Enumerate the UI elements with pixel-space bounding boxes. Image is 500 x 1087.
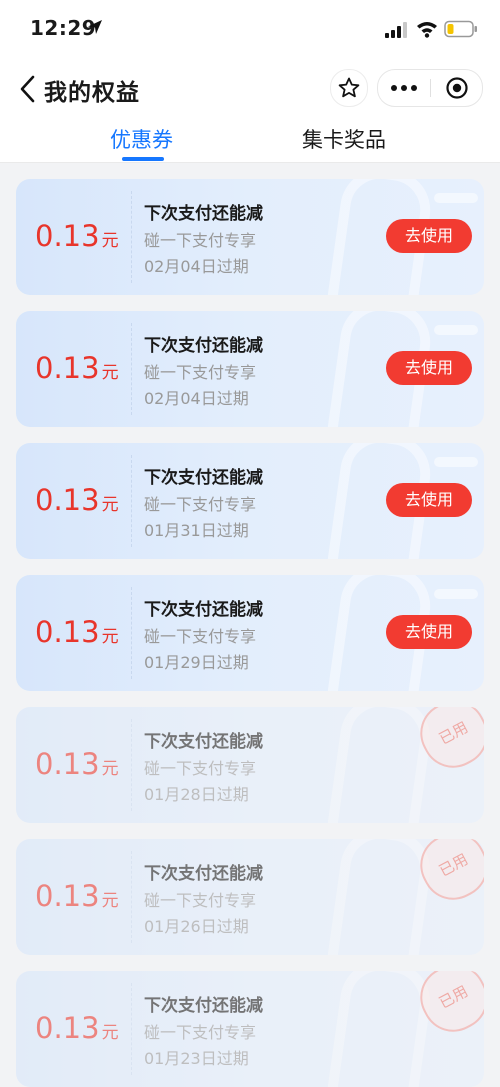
- tab-bar: 优惠券 集卡奖品: [0, 118, 500, 163]
- target-close-icon: [445, 77, 468, 99]
- coupon-subtitle: 碰一下支付专享: [144, 759, 257, 778]
- more-dots-icon: [391, 85, 417, 91]
- page-title: 我的权益: [44, 80, 140, 106]
- coupon-amount-unit: 元: [101, 891, 119, 911]
- use-coupon-button[interactable]: 去使用: [386, 483, 472, 517]
- use-coupon-button[interactable]: 去使用: [386, 351, 472, 385]
- coupon-expiry: 01月23日过期: [144, 1049, 249, 1068]
- battery-low-icon: [444, 20, 477, 38]
- coupon-card[interactable]: 0.13 元 下次支付还能减 碰一下支付专享 01月29日过期 去使用: [16, 575, 484, 691]
- coupon-amount-value: 0.13: [35, 483, 100, 517]
- coupon-expiry: 01月26日过期: [144, 917, 249, 936]
- coupon-subtitle: 碰一下支付专享: [144, 231, 257, 250]
- coupon-amount: 0.13 元: [35, 879, 119, 913]
- coupon-amount-unit: 元: [101, 1023, 119, 1043]
- coupon-decoration: [434, 589, 478, 599]
- coupon-divider: [131, 191, 132, 283]
- coupon-amount-unit: 元: [101, 759, 119, 779]
- coupon-amount-unit: 元: [101, 231, 119, 251]
- back-chevron-icon[interactable]: [18, 74, 38, 104]
- coupon-title: 下次支付还能减: [144, 336, 263, 356]
- coupon-expiry: 01月28日过期: [144, 785, 249, 804]
- coupon-title: 下次支付还能减: [144, 732, 263, 752]
- coupon-divider: [131, 983, 132, 1075]
- coupon-list: 0.13 元 下次支付还能减 碰一下支付专享 02月04日过期 去使用 0.13 元…: [0, 162, 500, 1087]
- coupon-expiry: 01月29日过期: [144, 653, 249, 672]
- coupon-amount-unit: 元: [101, 363, 119, 383]
- coupon-decoration: [434, 457, 478, 467]
- coupon-amount-value: 0.13: [35, 351, 100, 385]
- coupon-amount: 0.13 元: [35, 351, 119, 385]
- coupon-amount: 0.13 元: [35, 483, 119, 517]
- coupon-title: 下次支付还能减: [144, 864, 263, 884]
- coupon-subtitle: 碰一下支付专享: [144, 627, 257, 646]
- nav-bar: 我的权益: [0, 60, 500, 118]
- location-arrow-icon: [88, 20, 102, 34]
- wifi-icon: [417, 22, 437, 38]
- coupon-subtitle: 碰一下支付专享: [144, 363, 257, 382]
- coupon-title: 下次支付还能减: [144, 996, 263, 1016]
- coupon-divider: [131, 323, 132, 415]
- status-bar: 12:29: [0, 0, 500, 60]
- more-button[interactable]: [378, 70, 430, 106]
- coupon-title: 下次支付还能减: [144, 600, 263, 620]
- coupon-decoration: [434, 325, 478, 335]
- coupon-amount-value: 0.13: [35, 615, 100, 649]
- favorite-button[interactable]: [330, 69, 368, 107]
- coupon-expiry: 02月04日过期: [144, 389, 249, 408]
- coupon-divider: [131, 851, 132, 943]
- active-tab-indicator: [122, 157, 164, 161]
- coupon-expiry: 01月31日过期: [144, 521, 249, 540]
- coupon-amount-value: 0.13: [35, 219, 100, 253]
- coupon-card[interactable]: 0.13 元 下次支付还能减 碰一下支付专享 02月04日过期 去使用: [16, 179, 484, 295]
- coupon-divider: [131, 719, 132, 811]
- coupon-card-used[interactable]: 0.13 元 下次支付还能减 碰一下支付专享 01月23日过期 已用: [16, 971, 484, 1087]
- coupon-divider: [131, 455, 132, 547]
- coupon-amount: 0.13 元: [35, 747, 119, 781]
- coupon-subtitle: 碰一下支付专享: [144, 891, 257, 910]
- coupon-subtitle: 碰一下支付专享: [144, 495, 257, 514]
- use-coupon-button[interactable]: 去使用: [386, 219, 472, 253]
- coupon-card-used[interactable]: 0.13 元 下次支付还能减 碰一下支付专享 01月28日过期 已用: [16, 707, 484, 823]
- tab-coupons[interactable]: 优惠券: [110, 124, 173, 154]
- coupon-decoration: [322, 971, 436, 1087]
- coupon-decoration: [322, 839, 436, 955]
- coupon-divider: [131, 587, 132, 679]
- coupon-amount-value: 0.13: [35, 747, 100, 781]
- coupon-card[interactable]: 0.13 元 下次支付还能减 碰一下支付专享 02月04日过期 去使用: [16, 311, 484, 427]
- coupon-expiry: 02月04日过期: [144, 257, 249, 276]
- coupon-card-used[interactable]: 0.13 元 下次支付还能减 碰一下支付专享 01月26日过期 已用: [16, 839, 484, 955]
- coupon-card[interactable]: 0.13 元 下次支付还能减 碰一下支付专享 01月31日过期 去使用: [16, 443, 484, 559]
- close-miniprogram-button[interactable]: [431, 70, 482, 106]
- coupon-amount-unit: 元: [101, 627, 119, 647]
- coupon-amount-value: 0.13: [35, 879, 100, 913]
- tab-card-prizes[interactable]: 集卡奖品: [302, 124, 386, 154]
- mini-program-capsule: [377, 69, 483, 107]
- coupon-decoration: [434, 193, 478, 203]
- coupon-amount: 0.13 元: [35, 615, 119, 649]
- cellular-signal-icon: [385, 22, 407, 38]
- coupon-amount-unit: 元: [101, 495, 119, 515]
- star-icon: [338, 77, 360, 98]
- coupon-amount-value: 0.13: [35, 1011, 100, 1045]
- use-coupon-button[interactable]: 去使用: [386, 615, 472, 649]
- coupon-subtitle: 碰一下支付专享: [144, 1023, 257, 1042]
- coupon-title: 下次支付还能减: [144, 204, 263, 224]
- coupon-title: 下次支付还能减: [144, 468, 263, 488]
- coupon-amount: 0.13 元: [35, 219, 119, 253]
- coupon-amount: 0.13 元: [35, 1011, 119, 1045]
- coupon-decoration: [322, 707, 436, 823]
